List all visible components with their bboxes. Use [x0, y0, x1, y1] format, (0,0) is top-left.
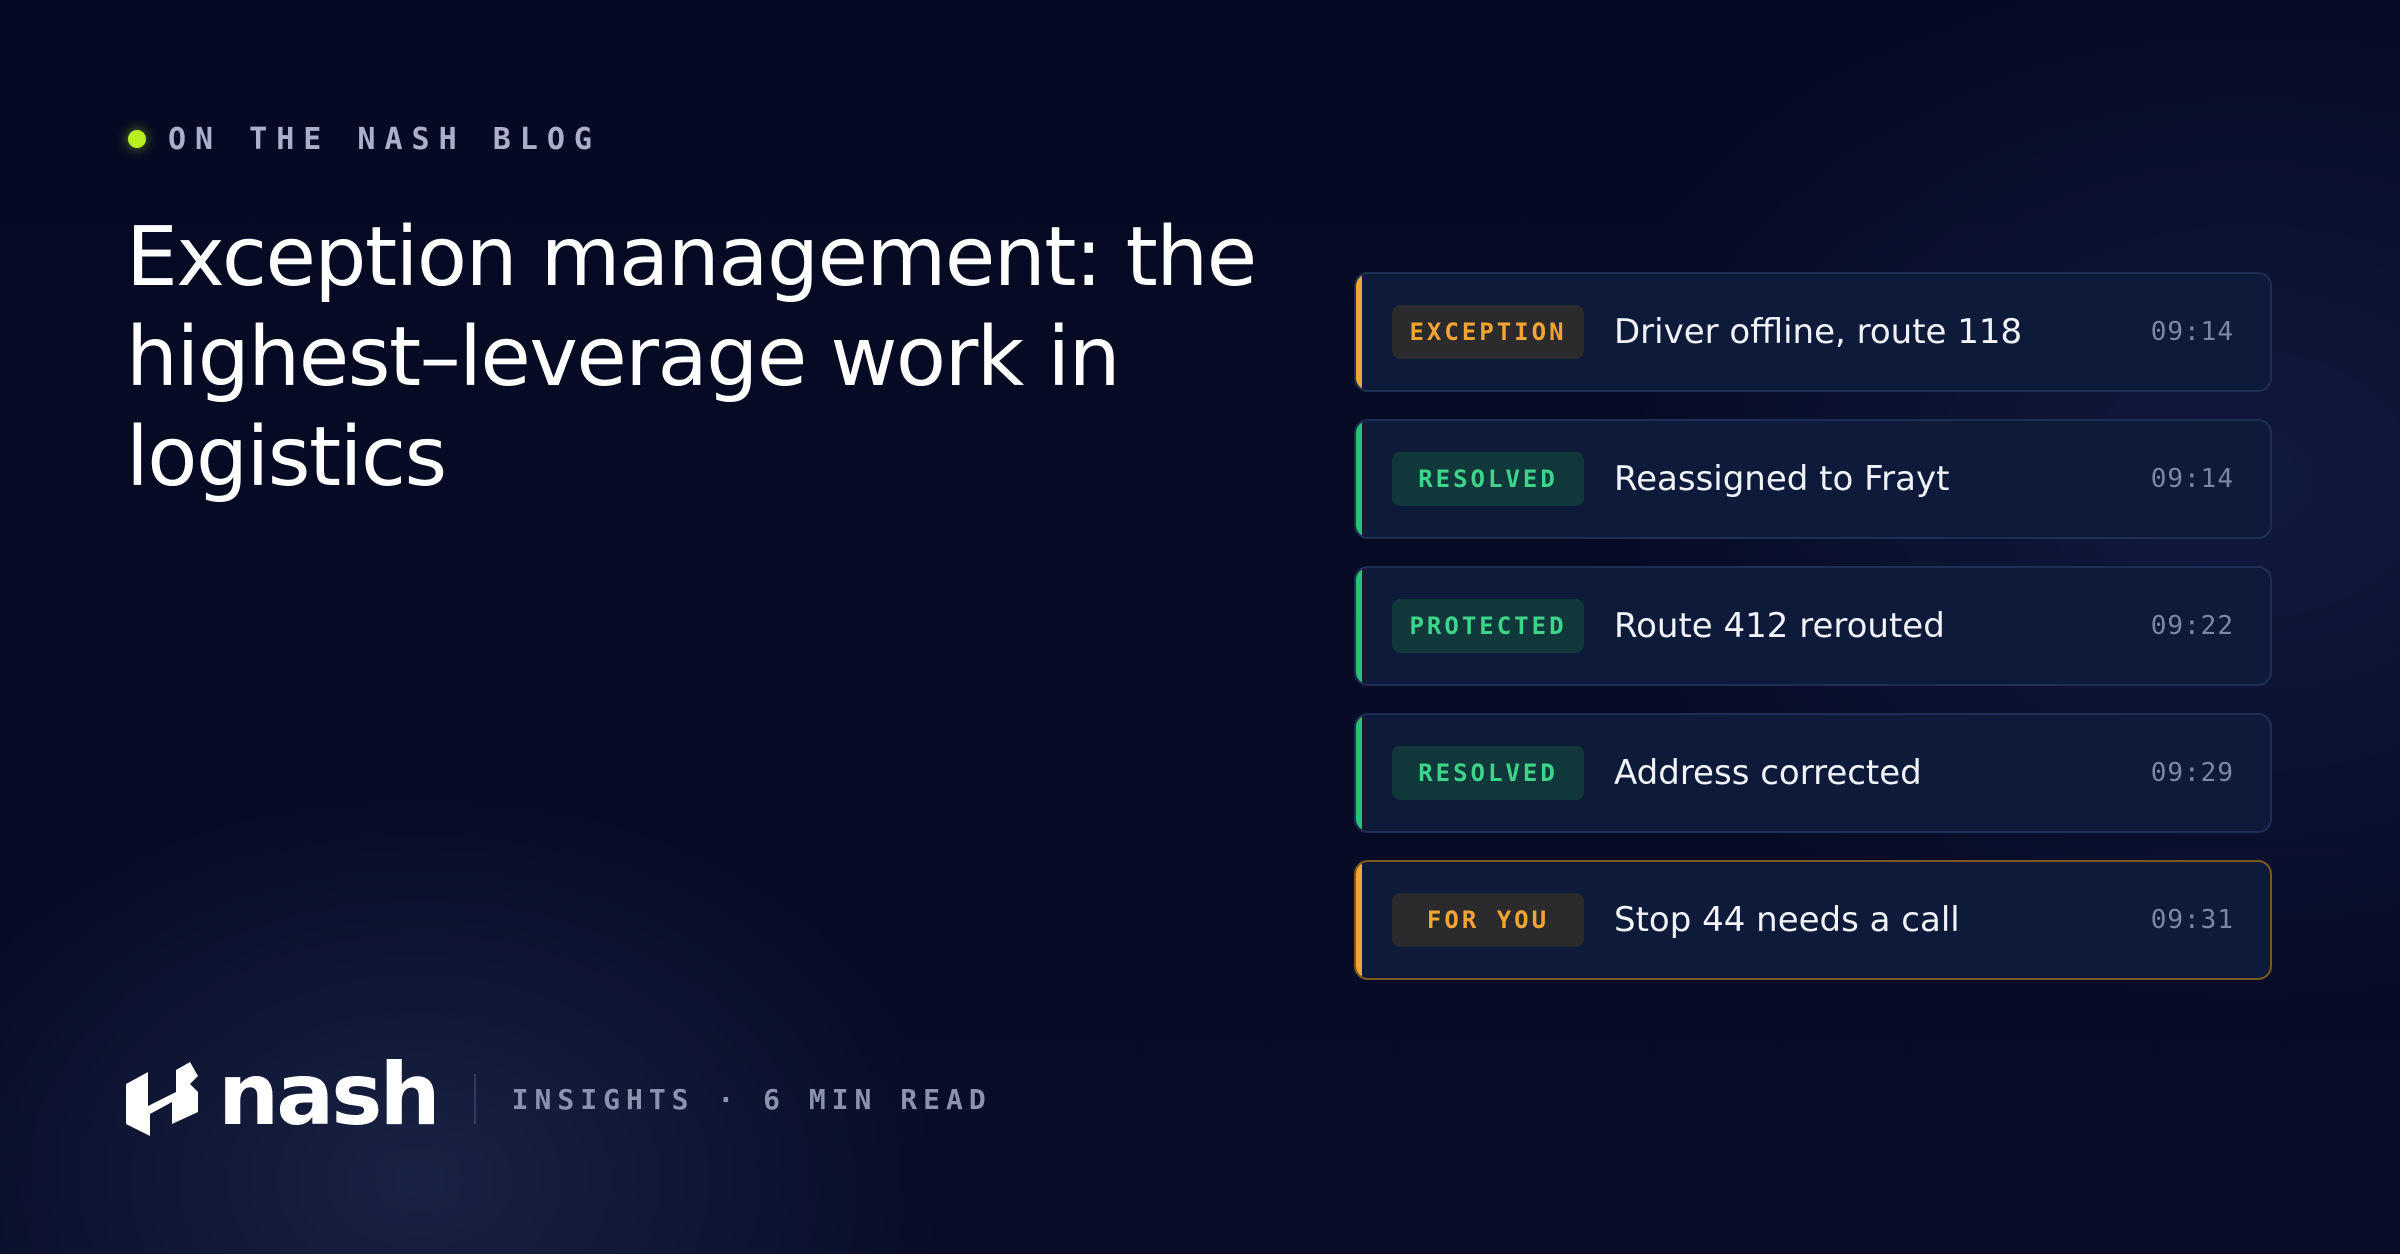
- card-accent: [1356, 862, 1362, 978]
- eyebrow: ON THE NASH BLOG: [128, 118, 601, 160]
- footer: nash INSIGHTS · 6 MIN READ: [126, 1052, 992, 1140]
- feed-card[interactable]: EXCEPTION Driver offline, route 118 09:1…: [1354, 272, 2272, 392]
- card-accent: [1356, 715, 1362, 831]
- exception-feed: EXCEPTION Driver offline, route 118 09:1…: [1354, 272, 2272, 1007]
- feed-card[interactable]: PROTECTED Route 412 rerouted 09:22: [1354, 566, 2272, 686]
- card-title: Reassigned to Frayt: [1614, 459, 1950, 499]
- card-timestamp: 09:14: [2150, 317, 2234, 347]
- status-badge: FOR YOU: [1392, 893, 1584, 947]
- page-title: Exception management: the highest–levera…: [126, 210, 1257, 505]
- status-badge: RESOLVED: [1392, 746, 1584, 800]
- status-dot-icon: [128, 130, 146, 148]
- eyebrow-label: ON THE NASH BLOG: [168, 121, 601, 157]
- feed-card[interactable]: FOR YOU Stop 44 needs a call 09:31: [1354, 860, 2272, 980]
- footer-divider: [473, 1074, 476, 1124]
- card-accent: [1356, 274, 1362, 390]
- feed-card[interactable]: RESOLVED Reassigned to Frayt 09:14: [1354, 419, 2272, 539]
- card-timestamp: 09:22: [2150, 611, 2234, 641]
- status-badge: RESOLVED: [1392, 452, 1584, 506]
- brand-wordmark: nash: [218, 1045, 441, 1145]
- card-title: Address corrected: [1614, 753, 1922, 793]
- card-title: Driver offline, route 118: [1614, 312, 2023, 352]
- card-timestamp: 09:31: [2150, 905, 2234, 935]
- card-title: Stop 44 needs a call: [1614, 900, 1960, 940]
- article-meta: INSIGHTS · 6 MIN READ: [511, 1082, 992, 1116]
- card-timestamp: 09:29: [2150, 758, 2234, 788]
- status-badge: PROTECTED: [1392, 599, 1584, 653]
- feed-card[interactable]: RESOLVED Address corrected 09:29: [1354, 713, 2272, 833]
- card-title: Route 412 rerouted: [1614, 606, 1945, 646]
- nash-logo-mark-icon: [126, 1062, 198, 1136]
- card-accent: [1356, 568, 1362, 684]
- status-badge: EXCEPTION: [1392, 305, 1584, 359]
- card-timestamp: 09:14: [2150, 464, 2234, 494]
- card-accent: [1356, 421, 1362, 537]
